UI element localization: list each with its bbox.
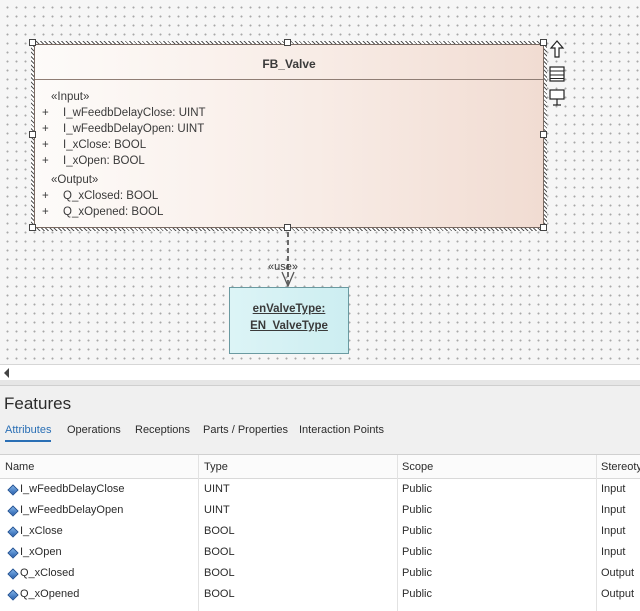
element-list-icon[interactable] xyxy=(548,65,566,83)
table-row[interactable]: I_wFeedbDelayClose UINT Public Input xyxy=(0,479,640,500)
table-row[interactable]: I_wFeedbDelayOpen UINT Public Input xyxy=(0,500,640,521)
class-attribute[interactable]: + I_wFeedbDelayClose: UINT xyxy=(41,107,206,119)
scroll-left-icon[interactable] xyxy=(4,368,9,378)
cell-stereotype: Input xyxy=(601,546,626,558)
element-properties-icon[interactable] xyxy=(548,88,566,106)
features-tabs: Attributes Operations Receptions Parts /… xyxy=(0,424,640,444)
cell-scope: Public xyxy=(402,546,432,558)
tab-receptions[interactable]: Receptions xyxy=(135,424,190,436)
output-stereotype: «Output» xyxy=(51,174,99,186)
cell-scope: Public xyxy=(402,567,432,579)
cell-type: BOOL xyxy=(204,525,235,537)
cell-stereotype: Input xyxy=(601,504,626,516)
cell-scope: Public xyxy=(402,588,432,600)
class-attribute[interactable]: + Q_xClosed: BOOL xyxy=(41,190,158,202)
cell-stereotype: Input xyxy=(601,525,626,537)
table-row[interactable]: I_xClose BOOL Public Input xyxy=(0,521,640,542)
cell-name: I_xClose xyxy=(20,525,63,537)
attribute-icon xyxy=(7,568,19,580)
table-row[interactable]: I_xOpen BOOL Public Input xyxy=(0,542,640,563)
class-fb-valve[interactable]: FB_Valve «Input» + I_wFeedbDelayClose: UI… xyxy=(34,44,544,228)
column-header-name[interactable]: Name xyxy=(5,461,34,473)
cell-name: I_xOpen xyxy=(20,546,62,558)
resize-handle[interactable] xyxy=(540,224,547,231)
class-attribute[interactable]: + I_xOpen: BOOL xyxy=(41,155,145,167)
class-name: FB_Valve xyxy=(35,45,543,80)
cell-stereotype: Output xyxy=(601,588,635,600)
resize-handle[interactable] xyxy=(540,131,547,138)
attribute-icon xyxy=(7,505,19,517)
attribute-icon xyxy=(7,526,19,538)
grid-header: Name Type Scope Stereotype xyxy=(0,455,640,479)
class-attribute[interactable]: + I_xClose: BOOL xyxy=(41,139,146,151)
cell-stereotype: Output xyxy=(601,567,635,579)
cell-type: UINT xyxy=(204,504,230,516)
attribute-icon xyxy=(7,484,19,496)
column-header-scope[interactable]: Scope xyxy=(402,461,433,473)
arrowhead-icon xyxy=(281,271,295,287)
attribute-icon xyxy=(7,547,19,559)
cell-type: BOOL xyxy=(204,567,235,579)
column-header-type[interactable]: Type xyxy=(204,461,228,473)
cell-type: BOOL xyxy=(204,588,235,600)
tab-parts-properties[interactable]: Parts / Properties xyxy=(203,424,288,436)
resize-handle[interactable] xyxy=(284,39,291,46)
enum-type-name: EN_ValveType xyxy=(250,320,328,332)
cell-name: Q_xOpened xyxy=(20,588,80,600)
cell-stereotype: Input xyxy=(601,483,626,495)
enum-instance-name: enValveType: xyxy=(252,303,326,315)
cell-name: Q_xClosed xyxy=(20,567,75,579)
resize-handle[interactable] xyxy=(29,224,36,231)
resize-handle[interactable] xyxy=(29,39,36,46)
cell-type: BOOL xyxy=(204,546,235,558)
cell-scope: Public xyxy=(402,504,432,516)
cell-name: I_wFeedbDelayOpen xyxy=(20,504,124,516)
resize-handle[interactable] xyxy=(540,39,547,46)
tab-attributes[interactable]: Attributes xyxy=(5,424,52,442)
resize-handle[interactable] xyxy=(284,224,291,231)
tab-operations[interactable]: Operations xyxy=(67,424,121,436)
attribute-icon xyxy=(7,589,19,601)
enum-instance-valve-type[interactable]: enValveType: EN_ValveType xyxy=(229,287,349,354)
table-row[interactable]: Q_xOpened BOOL Public Output xyxy=(0,584,640,605)
table-row[interactable]: Q_xClosed BOOL Public Output xyxy=(0,563,640,584)
tab-interaction-points[interactable]: Interaction Points xyxy=(299,424,384,436)
attributes-grid: Name Type Scope Stereotype I_wFeedbDelay… xyxy=(0,454,640,611)
cell-name: I_wFeedbDelayClose xyxy=(20,483,125,495)
panel-title: Features xyxy=(4,394,72,413)
quick-linker-arrow-icon[interactable] xyxy=(548,40,566,58)
diagram-canvas[interactable]: FB_Valve «Input» + I_wFeedbDelayClose: UI… xyxy=(0,0,640,364)
class-attribute[interactable]: + Q_xOpened: BOOL xyxy=(41,206,163,218)
horizontal-scrollbar[interactable] xyxy=(0,364,640,380)
cell-scope: Public xyxy=(402,483,432,495)
column-header-stereotype[interactable]: Stereotype xyxy=(601,461,640,473)
cell-type: UINT xyxy=(204,483,230,495)
input-stereotype: «Input» xyxy=(51,91,90,103)
features-panel: Features Attributes Operations Reception… xyxy=(0,386,640,611)
class-attribute[interactable]: + I_wFeedbDelayOpen: UINT xyxy=(41,123,204,135)
resize-handle[interactable] xyxy=(29,131,36,138)
cell-scope: Public xyxy=(402,525,432,537)
